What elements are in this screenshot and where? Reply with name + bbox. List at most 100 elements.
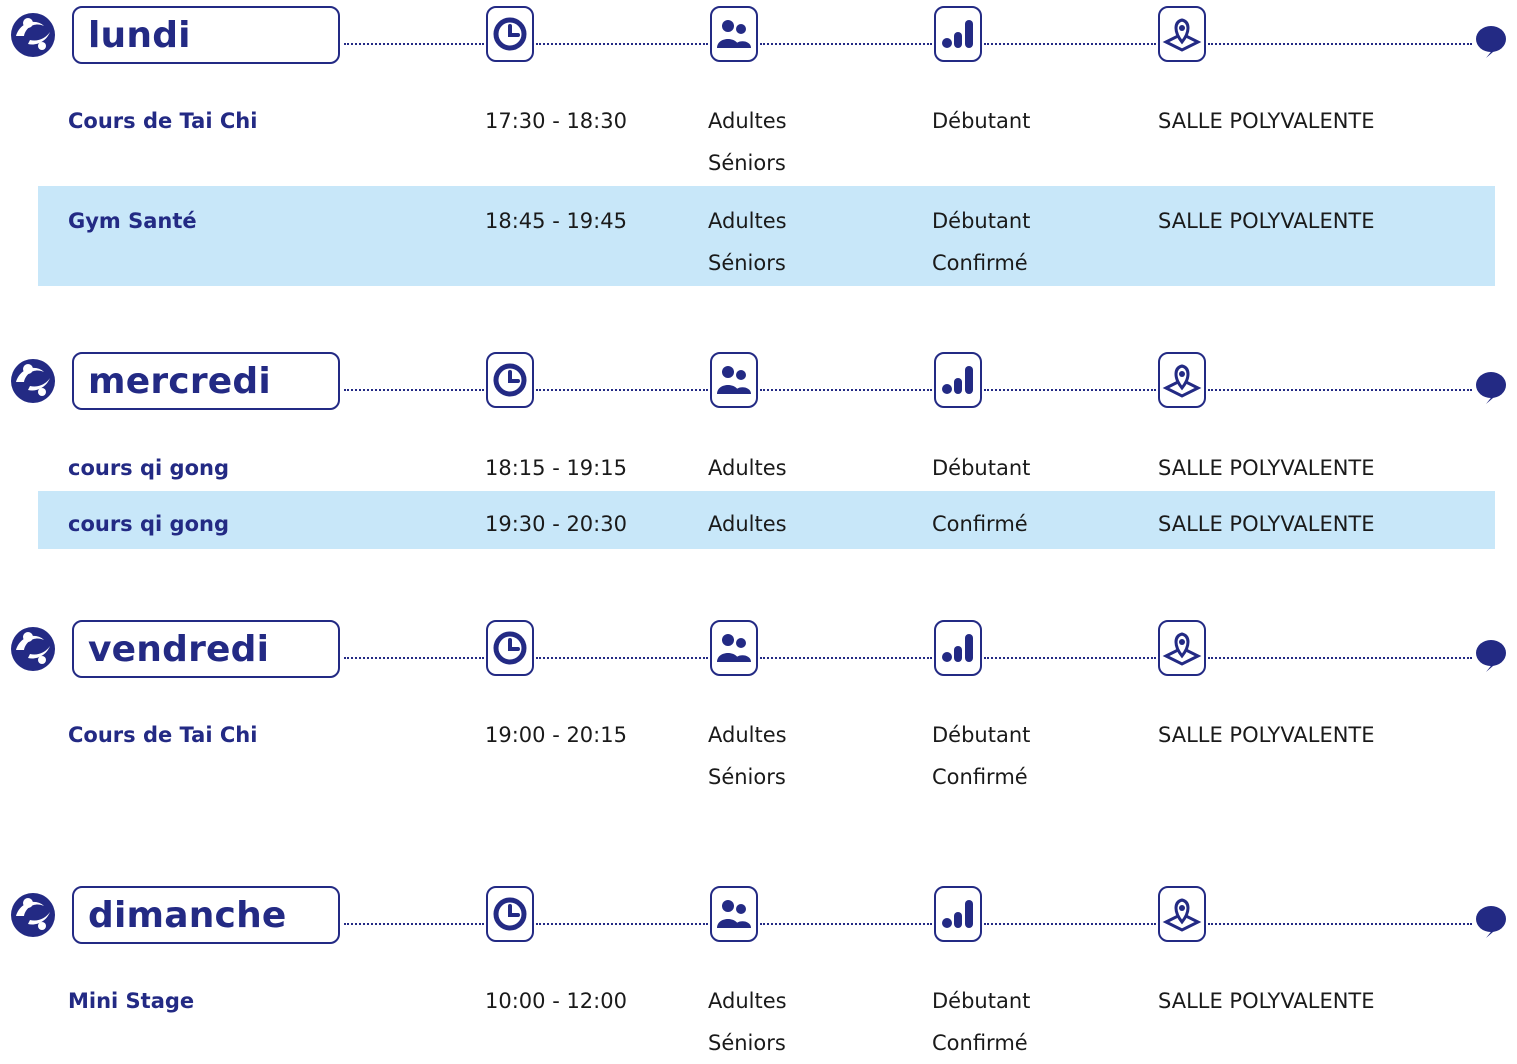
clock-icon xyxy=(486,6,534,62)
public-label: Adultes xyxy=(708,209,787,233)
session-title[interactable]: cours qi gong xyxy=(68,447,229,489)
divider xyxy=(760,923,932,925)
level-label: Débutant xyxy=(932,109,1031,133)
session-time: 17:30 - 18:30 xyxy=(485,109,627,133)
session-location: SALLE POLYVALENTE xyxy=(1158,723,1375,747)
session-location: SALLE POLYVALENTE xyxy=(1158,989,1375,1013)
level-label: Débutant xyxy=(932,723,1031,747)
session-location: SALLE POLYVALENTE xyxy=(1158,209,1375,233)
clock-icon xyxy=(486,352,534,408)
speech-bubble-icon[interactable] xyxy=(1474,904,1508,940)
session-public: Adultes xyxy=(708,503,787,545)
session-title[interactable]: Mini Stage xyxy=(68,980,194,1022)
level-label: Débutant xyxy=(932,209,1031,233)
public-label: Adultes xyxy=(708,989,787,1013)
session-row[interactable]: Gym Santé 18:45 - 19:45 Adultes Séniors D… xyxy=(38,186,1495,286)
session-public: Adultes Séniors xyxy=(708,100,787,184)
session-title[interactable]: cours qi gong xyxy=(68,503,229,545)
session-time: 18:15 - 19:15 xyxy=(485,456,627,480)
session-title[interactable]: Cours de Tai Chi xyxy=(68,714,257,756)
public-label: Séniors xyxy=(708,1031,786,1055)
club-logo-icon xyxy=(11,359,55,403)
public-label: Adultes xyxy=(708,723,787,747)
level-label: Débutant xyxy=(932,456,1031,480)
people-icon xyxy=(710,620,758,676)
level-bars-icon xyxy=(934,6,982,62)
session-level: Débutant Confirmé xyxy=(932,200,1030,284)
club-logo-icon xyxy=(11,627,55,671)
session-row[interactable]: cours qi gong 19:30 - 20:30 Adultes Conf… xyxy=(38,491,1495,549)
session-location: SALLE POLYVALENTE xyxy=(1158,109,1375,133)
public-label: Adultes xyxy=(708,109,787,133)
day-name-label: vendredi xyxy=(88,628,270,670)
session-level: Débutant xyxy=(932,447,1030,489)
divider xyxy=(344,923,484,925)
session-row[interactable]: Cours de Tai Chi 17:30 - 18:30 Adultes Sé… xyxy=(38,100,1495,186)
level-label: Débutant xyxy=(932,989,1031,1013)
people-icon xyxy=(710,6,758,62)
day-header: vendredi xyxy=(0,614,1517,680)
session-time: 19:30 - 20:30 xyxy=(485,512,627,536)
session-level: Débutant Confirmé xyxy=(932,980,1030,1064)
level-bars-icon xyxy=(934,352,982,408)
public-label: Séniors xyxy=(708,151,786,175)
divider xyxy=(760,43,932,45)
session-row[interactable]: Mini Stage 10:00 - 12:00 Adultes Séniors … xyxy=(38,980,1495,1055)
day-name-label: mercredi xyxy=(88,360,271,402)
people-icon xyxy=(710,352,758,408)
divider xyxy=(536,43,708,45)
session-public: Adultes Séniors xyxy=(708,714,787,798)
divider xyxy=(1208,389,1472,391)
session-time: 19:00 - 20:15 xyxy=(485,723,627,747)
day-name-label: dimanche xyxy=(88,894,287,936)
people-icon xyxy=(710,886,758,942)
session-public: Adultes Séniors xyxy=(708,980,787,1064)
divider xyxy=(1208,43,1472,45)
day-name: mercredi xyxy=(72,352,340,410)
day-name: vendredi xyxy=(72,620,340,678)
level-label: Confirmé xyxy=(932,512,1028,536)
day-name: lundi xyxy=(72,6,340,64)
speech-bubble-icon[interactable] xyxy=(1474,24,1508,60)
public-label: Séniors xyxy=(708,765,786,789)
day-section-mercredi: mercredi xyxy=(0,346,1517,412)
session-row[interactable]: Cours de Tai Chi 19:00 - 20:15 Adultes Sé… xyxy=(38,714,1495,800)
divider xyxy=(536,923,708,925)
speech-bubble-icon[interactable] xyxy=(1474,370,1508,406)
day-header: mercredi xyxy=(0,346,1517,412)
divider xyxy=(984,657,1156,659)
session-location: SALLE POLYVALENTE xyxy=(1158,512,1375,536)
speech-bubble-icon[interactable] xyxy=(1474,638,1508,674)
day-section-vendredi: vendredi xyxy=(0,614,1517,680)
public-label: Adultes xyxy=(708,512,787,536)
map-pin-icon xyxy=(1158,886,1206,942)
divider xyxy=(344,43,484,45)
map-pin-icon xyxy=(1158,620,1206,676)
session-title[interactable]: Cours de Tai Chi xyxy=(68,100,257,142)
day-header: dimanche xyxy=(0,880,1517,946)
session-level: Confirmé xyxy=(932,503,1028,545)
divider xyxy=(1208,923,1472,925)
divider xyxy=(984,923,1156,925)
day-section-lundi: lundi xyxy=(0,0,1517,66)
level-label: Confirmé xyxy=(932,1031,1028,1055)
divider xyxy=(536,657,708,659)
map-pin-icon xyxy=(1158,6,1206,62)
session-location: SALLE POLYVALENTE xyxy=(1158,456,1375,480)
session-row[interactable]: cours qi gong 18:15 - 19:15 Adultes Débu… xyxy=(38,447,1495,491)
level-label: Confirmé xyxy=(932,765,1028,789)
club-logo-icon xyxy=(11,893,55,937)
club-logo-icon xyxy=(11,13,55,57)
session-title[interactable]: Gym Santé xyxy=(68,200,197,242)
divider xyxy=(760,389,932,391)
day-header: lundi xyxy=(0,0,1517,66)
divider xyxy=(984,389,1156,391)
level-bars-icon xyxy=(934,886,982,942)
public-label: Séniors xyxy=(708,251,786,275)
day-name: dimanche xyxy=(72,886,340,944)
divider xyxy=(760,657,932,659)
day-section-dimanche: dimanche xyxy=(0,880,1517,946)
day-name-label: lundi xyxy=(88,14,191,56)
public-label: Adultes xyxy=(708,456,787,480)
divider xyxy=(344,389,484,391)
